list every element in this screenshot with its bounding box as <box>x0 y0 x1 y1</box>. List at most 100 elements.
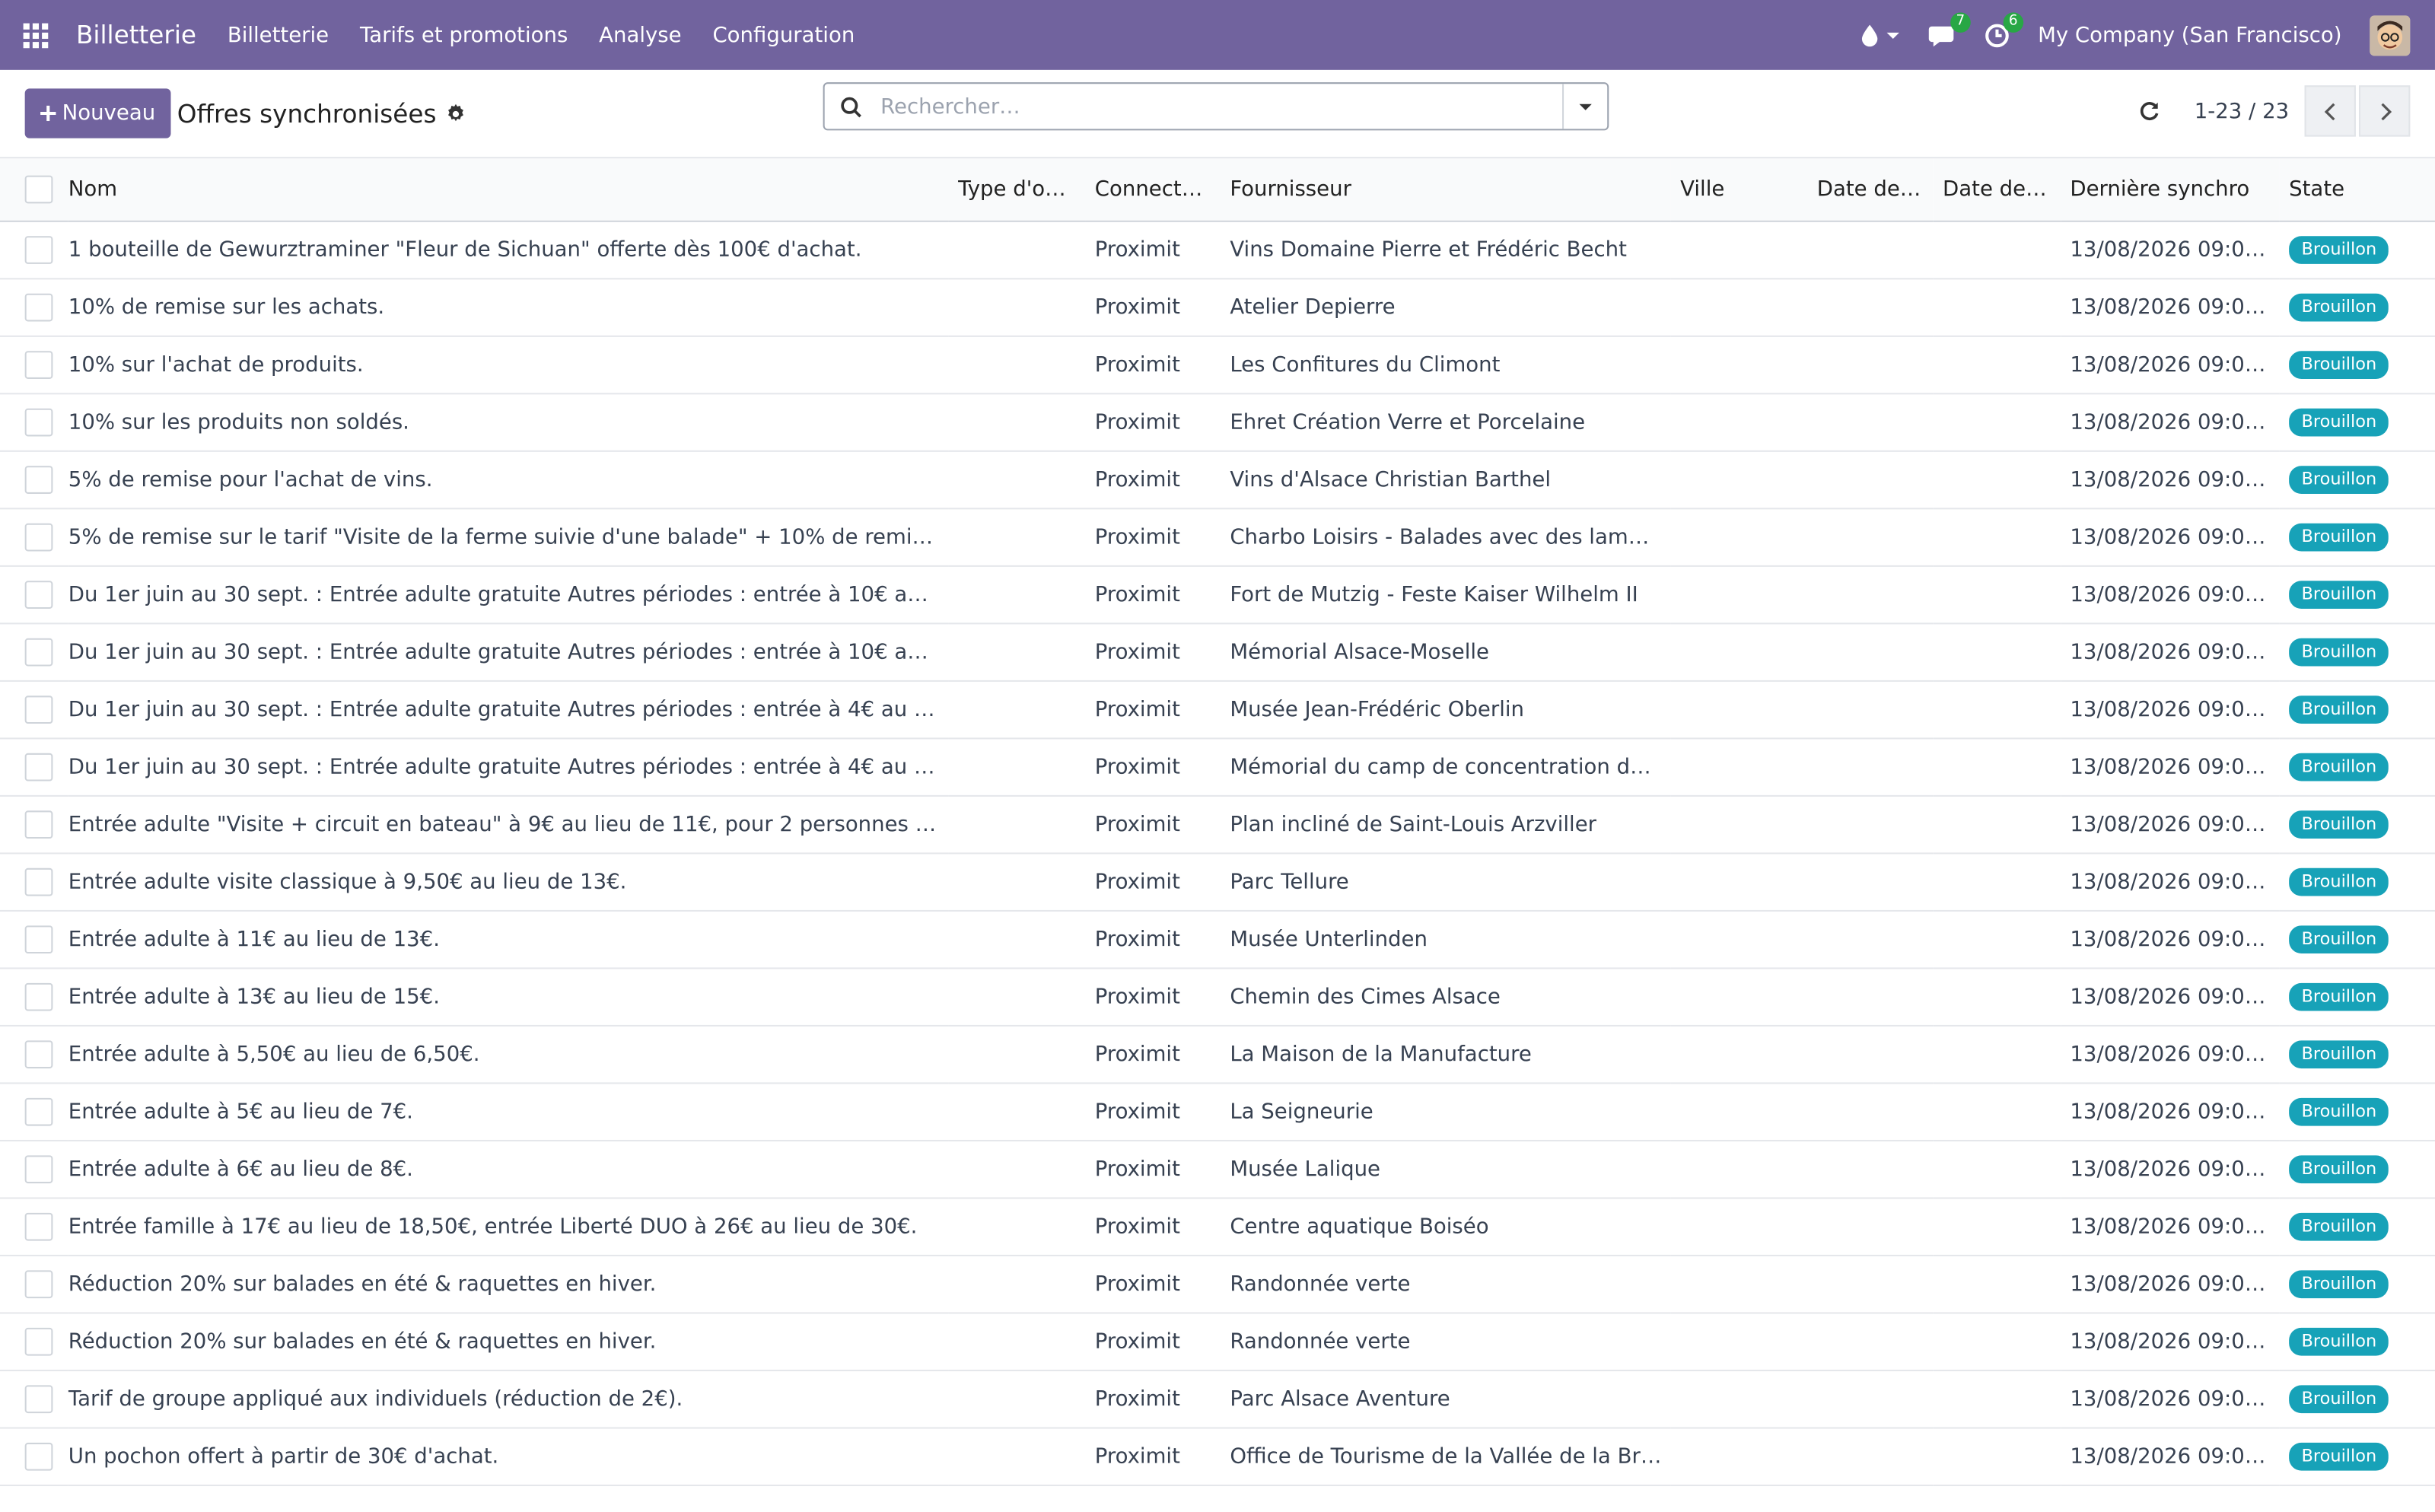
pager-value[interactable]: 1-23 / 23 <box>2195 99 2289 124</box>
row-checkbox[interactable] <box>24 293 53 322</box>
cell-ville <box>1670 221 1808 280</box>
table-row[interactable]: Entrée adulte à 6€ au lieu de 8€. Proxim… <box>0 1140 2435 1199</box>
cell-connecteur: Proximit <box>1085 336 1221 395</box>
menu-item-analyse[interactable]: Analyse <box>599 23 681 48</box>
cell-nom: Réduction 20% sur balades en été & raque… <box>68 1313 949 1372</box>
col-header-date-debut[interactable]: Date de … <box>1807 158 1934 222</box>
cell-date-debut <box>1807 795 1934 855</box>
status-badge: Brouillon <box>2289 1097 2389 1126</box>
search-icon <box>841 96 861 117</box>
row-checkbox[interactable] <box>24 236 53 264</box>
row-checkbox[interactable] <box>24 925 53 954</box>
user-avatar[interactable] <box>2370 14 2411 56</box>
pager-next-button[interactable] <box>2358 85 2411 137</box>
table-row[interactable]: Entrée adulte "Visite + circuit en batea… <box>0 795 2435 855</box>
row-checkbox[interactable] <box>24 1155 53 1184</box>
apps-menu-button[interactable] <box>0 0 70 70</box>
pager: 1-23 / 23 <box>2138 85 2411 137</box>
row-checkbox[interactable] <box>24 753 53 781</box>
table-row[interactable]: Réduction 20% sur balades en été & raque… <box>0 1313 2435 1372</box>
row-checkbox[interactable] <box>24 1327 53 1356</box>
select-all-cell <box>0 158 68 222</box>
row-checkbox[interactable] <box>24 1442 53 1471</box>
cell-connecteur: Proximit <box>1085 508 1221 567</box>
row-checkbox[interactable] <box>24 523 53 552</box>
search-options-toggle[interactable] <box>1562 84 1607 129</box>
row-checkbox[interactable] <box>24 1270 53 1299</box>
cell-fournisseur: Plan incliné de Saint-Louis Arzviller <box>1221 795 1671 855</box>
table-row[interactable]: Entrée famille à 17€ au lieu de 18,50€, … <box>0 1198 2435 1257</box>
table-row[interactable]: Du 1er juin au 30 sept. : Entrée adulte … <box>0 680 2435 740</box>
col-header-date-fin[interactable]: Date de fin <box>1933 158 2061 222</box>
row-checkbox[interactable] <box>24 466 53 494</box>
table-row[interactable]: Entrée adulte à 5,50€ au lieu de 6,50€. … <box>0 1025 2435 1084</box>
cell-nom: Entrée adulte à 6€ au lieu de 8€. <box>68 1140 949 1199</box>
menu-item-configuration[interactable]: Configuration <box>712 23 855 48</box>
row-checkbox[interactable] <box>24 810 53 839</box>
messages-button[interactable]: 7 <box>1929 11 1972 48</box>
table-row[interactable]: 1 bouteille de Gewurztraminer "Fleur de … <box>0 221 2435 280</box>
row-checkbox[interactable] <box>24 1385 53 1414</box>
table-row[interactable]: Un pochon offert à partir de 30€ d'achat… <box>0 1428 2435 1487</box>
menu-item-billetterie[interactable]: Billetterie <box>228 23 329 48</box>
new-button[interactable]: Nouveau <box>24 88 171 138</box>
table-row[interactable]: Réduction 20% sur balades en été & raque… <box>0 1255 2435 1314</box>
refresh-icon[interactable] <box>2138 100 2160 123</box>
row-checkbox[interactable] <box>24 408 53 437</box>
row-checkbox[interactable] <box>24 696 53 724</box>
table-row[interactable]: 10% sur l'achat de produits. Proximit Le… <box>0 336 2435 395</box>
row-checkbox[interactable] <box>24 1212 53 1241</box>
table-row[interactable]: 10% de remise sur les achats. Proximit A… <box>0 279 2435 337</box>
cell-ville <box>1670 968 1808 1027</box>
cell-date-debut <box>1807 508 1934 567</box>
cell-type <box>948 623 1086 682</box>
table-row[interactable]: Du 1er juin au 30 sept. : Entrée adulte … <box>0 738 2435 797</box>
select-all-checkbox[interactable] <box>24 175 53 204</box>
table-row[interactable]: Entrée adulte visite classique à 9,50€ a… <box>0 853 2435 912</box>
cell-synchro: 13/08/2026 09:04:23 <box>2061 1255 2280 1314</box>
row-select-cell <box>0 1083 68 1141</box>
table-row[interactable]: 5% de remise sur le tarif "Visite de la … <box>0 508 2435 567</box>
pager-previous-button[interactable] <box>2304 85 2356 137</box>
row-checkbox[interactable] <box>24 1097 53 1126</box>
gear-icon[interactable] <box>446 103 466 124</box>
row-checkbox[interactable] <box>24 581 53 609</box>
app-brand[interactable]: Billetterie <box>76 21 196 50</box>
cell-synchro: 13/08/2026 09:04:23 <box>2061 450 2280 510</box>
cell-connecteur: Proximit <box>1085 910 1221 969</box>
cell-date-debut <box>1807 1198 1934 1257</box>
company-switcher[interactable]: My Company (San Francisco) <box>2038 23 2341 48</box>
col-header-fournisseur[interactable]: Fournisseur <box>1221 158 1671 222</box>
row-checkbox[interactable] <box>24 1040 53 1069</box>
row-checkbox[interactable] <box>24 982 53 1011</box>
status-badge: Brouillon <box>2289 638 2389 667</box>
activities-button[interactable]: 6 <box>1985 11 2024 48</box>
cell-date-debut <box>1807 336 1934 395</box>
col-header-ville[interactable]: Ville <box>1670 158 1808 222</box>
cell-connecteur: Proximit <box>1085 1313 1221 1372</box>
cell-date-fin <box>1933 1255 2061 1314</box>
table-row[interactable]: 10% sur les produits non soldés. Proximi… <box>0 393 2435 452</box>
table-row[interactable]: 5% de remise pour l'achat de vins. Proxi… <box>0 450 2435 510</box>
table-row[interactable]: Entrée adulte à 5€ au lieu de 7€. Proxim… <box>0 1083 2435 1141</box>
col-header-connecteur[interactable]: Connecteur <box>1085 158 1221 222</box>
col-header-nom[interactable]: Nom <box>68 158 949 222</box>
status-badge: Brouillon <box>2289 466 2389 494</box>
theme-dropdown[interactable] <box>1860 23 1901 48</box>
cell-ville <box>1670 1428 1808 1487</box>
table-row[interactable]: Entrée adulte à 13€ au lieu de 15€. Prox… <box>0 968 2435 1027</box>
cell-connecteur: Proximit <box>1085 968 1221 1027</box>
col-header-synchro[interactable]: Dernière synchro <box>2061 158 2280 222</box>
table-row[interactable]: Du 1er juin au 30 sept. : Entrée adulte … <box>0 565 2435 625</box>
menu-item-tarifs[interactable]: Tarifs et promotions <box>360 23 568 48</box>
search-input[interactable] <box>877 92 1563 121</box>
row-checkbox[interactable] <box>24 351 53 379</box>
cell-nom: Entrée adulte à 11€ au lieu de 13€. <box>68 910 949 969</box>
table-row[interactable]: Tarif de groupe appliqué aux individuels… <box>0 1370 2435 1429</box>
col-header-state[interactable]: State <box>2279 158 2435 222</box>
table-row[interactable]: Du 1er juin au 30 sept. : Entrée adulte … <box>0 623 2435 682</box>
table-row[interactable]: Entrée adulte à 11€ au lieu de 13€. Prox… <box>0 910 2435 969</box>
row-checkbox[interactable] <box>24 638 53 667</box>
col-header-type[interactable]: Type d'offre <box>948 158 1086 222</box>
row-checkbox[interactable] <box>24 867 53 896</box>
